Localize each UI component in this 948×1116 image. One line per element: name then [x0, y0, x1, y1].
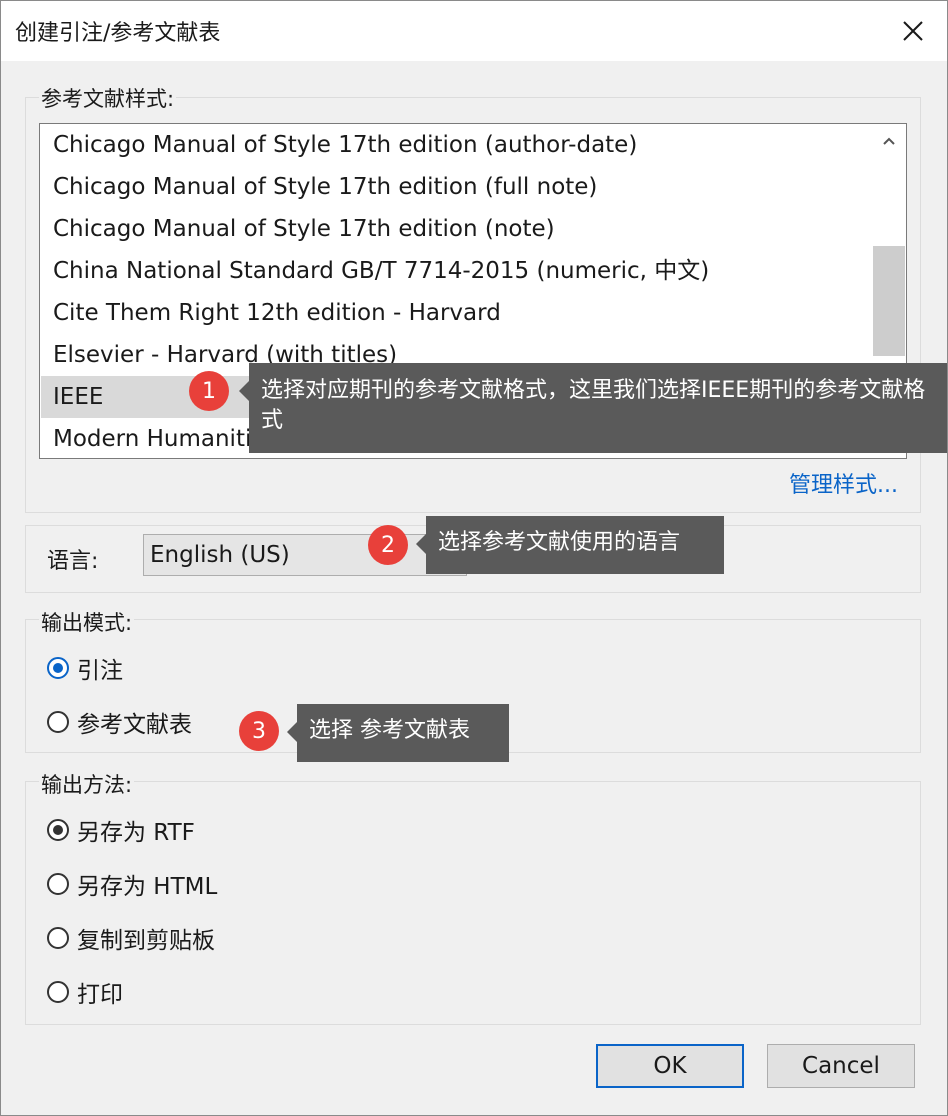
list-item[interactable]: Chicago Manual of Style 17th edition (no…: [41, 208, 871, 250]
radio-label: 引注: [77, 658, 123, 684]
citation-dialog: 创建引注/参考文献表 参考文献样式: Chicago Manual of Sty…: [0, 0, 948, 1116]
radio-unchecked-indicator: [47, 873, 69, 895]
radio-bibliography[interactable]: 参考文献表: [47, 705, 192, 739]
radio-unchecked-indicator: [47, 927, 69, 949]
cancel-button[interactable]: Cancel: [767, 1044, 915, 1088]
radio-unchecked-indicator: [47, 981, 69, 1003]
radio-citation[interactable]: 引注: [47, 651, 123, 685]
list-item[interactable]: Chicago Manual of Style 17th edition (au…: [41, 124, 871, 166]
radio-save-rtf[interactable]: 另存为 RTF: [47, 813, 195, 847]
scroll-thumb[interactable]: [873, 246, 905, 356]
radio-label: 另存为 RTF: [77, 820, 195, 846]
annotation-text-1: 选择对应期刊的参考文献格式，这里我们选择IEEE期刊的参考文献格式: [261, 378, 926, 433]
radio-label: 另存为 HTML: [77, 874, 218, 900]
chevron-up-icon: [883, 137, 895, 145]
radio-clipboard[interactable]: 复制到剪贴板: [47, 921, 215, 955]
annotation-tooltip-2: 选择参考文献使用的语言: [416, 516, 724, 574]
ok-button[interactable]: OK: [596, 1044, 744, 1088]
language-label: 语言:: [47, 549, 99, 574]
list-item[interactable]: Chicago Manual of Style 17th edition (fu…: [41, 166, 871, 208]
list-item[interactable]: Cite Them Right 12th edition - Harvard: [41, 292, 871, 334]
radio-label: 打印: [77, 982, 123, 1008]
title-bar: 创建引注/参考文献表: [1, 1, 947, 61]
radio-print[interactable]: 打印: [47, 975, 123, 1009]
annotation-tooltip-1: 选择对应期刊的参考文献格式，这里我们选择IEEE期刊的参考文献格式: [239, 363, 947, 453]
close-button[interactable]: [887, 7, 939, 55]
annotation-badge-3: 3: [239, 711, 279, 751]
radio-checked-indicator: [47, 819, 69, 841]
manage-styles-link[interactable]: 管理样式...: [789, 467, 898, 499]
radio-save-html[interactable]: 另存为 HTML: [47, 867, 217, 901]
annotation-text-3: 选择 参考文献表: [309, 718, 470, 743]
radio-label: 复制到剪贴板: [77, 928, 215, 954]
style-group-label: 参考文献样式:: [39, 83, 177, 113]
scroll-up-button[interactable]: [872, 124, 906, 158]
window-title: 创建引注/参考文献表: [15, 21, 221, 46]
list-item[interactable]: China National Standard GB/T 7714-2015 (…: [41, 250, 871, 292]
close-icon: [903, 21, 923, 41]
annotation-badge-1: 1: [189, 371, 229, 411]
radio-checked-indicator: [47, 657, 69, 679]
output-method-label: 输出方法:: [39, 769, 135, 799]
annotation-text-2: 选择参考文献使用的语言: [438, 530, 681, 555]
output-mode-label: 输出模式:: [39, 607, 135, 637]
annotation-tooltip-3: 选择 参考文献表: [287, 704, 509, 762]
radio-label: 参考文献表: [77, 712, 192, 738]
annotation-badge-2: 2: [368, 525, 408, 565]
radio-unchecked-indicator: [47, 711, 69, 733]
